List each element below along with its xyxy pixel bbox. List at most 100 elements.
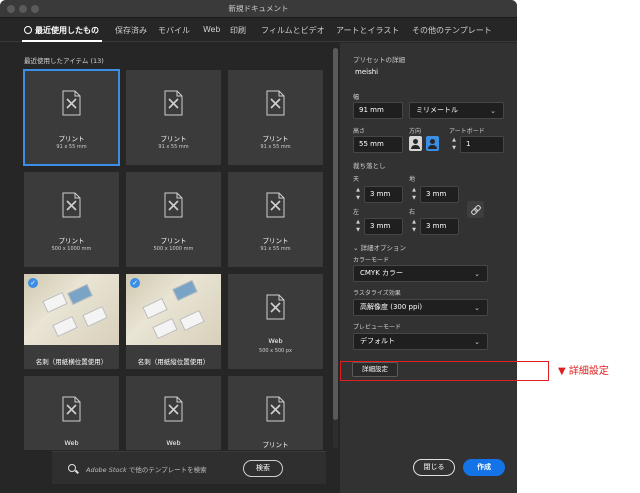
preview-mode-select[interactable]: デフォルト ⌄	[353, 333, 488, 350]
document-icon	[164, 90, 183, 116]
document-icon	[164, 192, 183, 218]
width-label: 幅	[353, 94, 360, 101]
preset-size: 500 x 1000 mm	[153, 246, 194, 252]
document-icon	[266, 90, 285, 116]
raster-effects-label: ラスタライズ効果	[353, 290, 401, 297]
bleed-right-input[interactable]: 3 mm	[420, 218, 459, 235]
annotation-highlight-box	[340, 361, 549, 381]
preset-card[interactable]: プリント	[228, 376, 323, 450]
scrollbar-thumb[interactable]	[333, 48, 338, 420]
chevron-down-icon: ⌄	[474, 304, 480, 312]
color-mode-select[interactable]: CMYK カラー ⌄	[353, 265, 488, 282]
chevron-down-icon: ⌄	[474, 270, 480, 278]
document-icon	[266, 192, 285, 218]
business-card-thumbnail	[24, 274, 119, 345]
close-button[interactable]: 閉じる	[413, 459, 455, 476]
create-button[interactable]: 作成	[463, 459, 505, 476]
bleed-top-label: 天	[353, 176, 360, 183]
template-card[interactable]: ✓ 名刺（用紙縦位置使用）	[126, 274, 221, 369]
width-input[interactable]: 91 mm	[353, 102, 403, 119]
document-icon	[62, 396, 81, 422]
preset-card[interactable]: Web	[126, 376, 221, 450]
preset-card[interactable]: プリント 91 x 55 mm	[228, 172, 323, 267]
business-card-thumbnail	[126, 274, 221, 345]
preset-card[interactable]: プリント 91 x 55 mm	[23, 69, 120, 166]
bleed-right-stepper[interactable]: ▲ ▼	[410, 218, 418, 235]
document-icon	[62, 192, 81, 218]
bleed-bottom-stepper[interactable]: ▲ ▼	[410, 186, 418, 203]
preset-card[interactable]: プリント 91 x 55 mm	[228, 70, 323, 165]
preset-size: 500 x 1000 mm	[51, 246, 92, 252]
active-tab-indicator	[22, 40, 102, 42]
tab-mobile[interactable]: モバイル	[158, 25, 190, 36]
tab-recent[interactable]: 最近使用したもの	[24, 25, 99, 36]
artboard-label: アートボード	[449, 128, 485, 135]
tab-film-video[interactable]: フィルムとビデオ	[261, 25, 325, 36]
bleed-bottom-label: 地	[409, 176, 416, 183]
artboard-stepper[interactable]: ▲ ▼	[450, 136, 458, 153]
height-label: 高さ	[353, 128, 366, 135]
preset-size: 91 x 55 mm	[260, 246, 291, 252]
checkmark-icon: ✓	[130, 278, 140, 288]
bleed-top-input[interactable]: 3 mm	[364, 186, 403, 203]
preset-size: 91 x 55 mm	[260, 144, 291, 150]
document-icon	[266, 294, 285, 320]
window-title: 新規ドキュメント	[228, 4, 289, 13]
bleed-right-label: 右	[409, 209, 416, 216]
preset-size: 91 x 55 mm	[56, 144, 87, 150]
preset-name: プリント	[262, 237, 289, 245]
document-icon	[164, 396, 183, 422]
preset-details-heading: プリセットの詳細	[353, 56, 405, 64]
search-icon	[68, 464, 76, 472]
preset-name: プリント	[262, 135, 289, 143]
tab-art-illustration[interactable]: アートとイラスト	[336, 25, 399, 36]
preset-name-field[interactable]: meishi	[355, 68, 378, 76]
recent-scrollbar[interactable]	[333, 48, 338, 448]
preset-size: 91 x 55 mm	[158, 144, 189, 150]
checkmark-icon: ✓	[28, 278, 38, 288]
recent-items-heading: 最近使用したアイテム (13)	[24, 57, 104, 65]
tab-web[interactable]: Web	[203, 25, 220, 34]
bleed-bottom-input[interactable]: 3 mm	[420, 186, 459, 203]
preview-mode-label: プレビューモード	[353, 324, 402, 331]
template-name: 名刺（用紙横位置使用）	[35, 358, 108, 366]
preset-name: プリント	[160, 135, 187, 143]
link-bleed-icon[interactable]	[467, 201, 484, 218]
bleed-top-stepper[interactable]: ▲ ▼	[354, 186, 362, 203]
tab-saved[interactable]: 保存済み	[115, 25, 147, 36]
preset-card[interactable]: Web 500 x 500 px	[228, 274, 323, 369]
preset-name: Web	[64, 439, 79, 447]
preset-card[interactable]: Web	[24, 376, 119, 450]
preset-name: プリント	[58, 237, 85, 245]
search-input[interactable]: Adobe Stock で他のテンプレートを検索	[86, 464, 207, 474]
bleed-left-stepper[interactable]: ▲ ▼	[354, 218, 362, 235]
new-document-window: 新規ドキュメント 最近使用したもの 保存済み モバイル Web 印刷 フィルムと…	[0, 0, 517, 493]
tab-other-templates[interactable]: その他のテンプレート	[412, 25, 492, 36]
clock-icon	[24, 26, 32, 34]
preset-card[interactable]: プリント 500 x 1000 mm	[126, 172, 221, 267]
advanced-options-toggle[interactable]: ⌄ 詳細オプション	[353, 242, 406, 252]
annotation-label: ▼ 詳細設定	[558, 366, 609, 377]
preset-name: プリント	[262, 441, 289, 449]
landscape-orientation-icon[interactable]	[426, 136, 439, 151]
preset-card[interactable]: プリント 500 x 1000 mm	[24, 172, 119, 267]
preset-card[interactable]: プリント 91 x 55 mm	[126, 70, 221, 165]
orientation-label: 方向	[409, 128, 422, 135]
unit-select[interactable]: ミリメートル ⌄	[409, 102, 504, 119]
raster-effects-select[interactable]: 高解像度 (300 ppi) ⌄	[353, 299, 488, 316]
preset-name: プリント	[58, 135, 85, 143]
title-bar: 新規ドキュメント	[0, 0, 517, 18]
tab-print[interactable]: 印刷	[230, 25, 246, 36]
template-card[interactable]: ✓ 名刺（用紙横位置使用）	[24, 274, 119, 369]
bleed-left-input[interactable]: 3 mm	[364, 218, 403, 235]
chevron-down-icon: ⌄	[474, 338, 480, 346]
height-input[interactable]: 55 mm	[353, 136, 403, 153]
document-icon	[266, 396, 285, 422]
category-tabs: 最近使用したもの 保存済み モバイル Web 印刷 フィルムとビデオ アートとイ…	[0, 18, 517, 42]
artboard-input[interactable]: 1	[460, 136, 504, 153]
preset-name: Web	[268, 337, 283, 345]
search-button[interactable]: 検索	[243, 460, 283, 477]
stock-search-bar: Adobe Stock で他のテンプレートを検索 検索	[52, 451, 326, 484]
portrait-orientation-icon[interactable]	[409, 136, 422, 151]
preset-name: プリント	[160, 237, 187, 245]
